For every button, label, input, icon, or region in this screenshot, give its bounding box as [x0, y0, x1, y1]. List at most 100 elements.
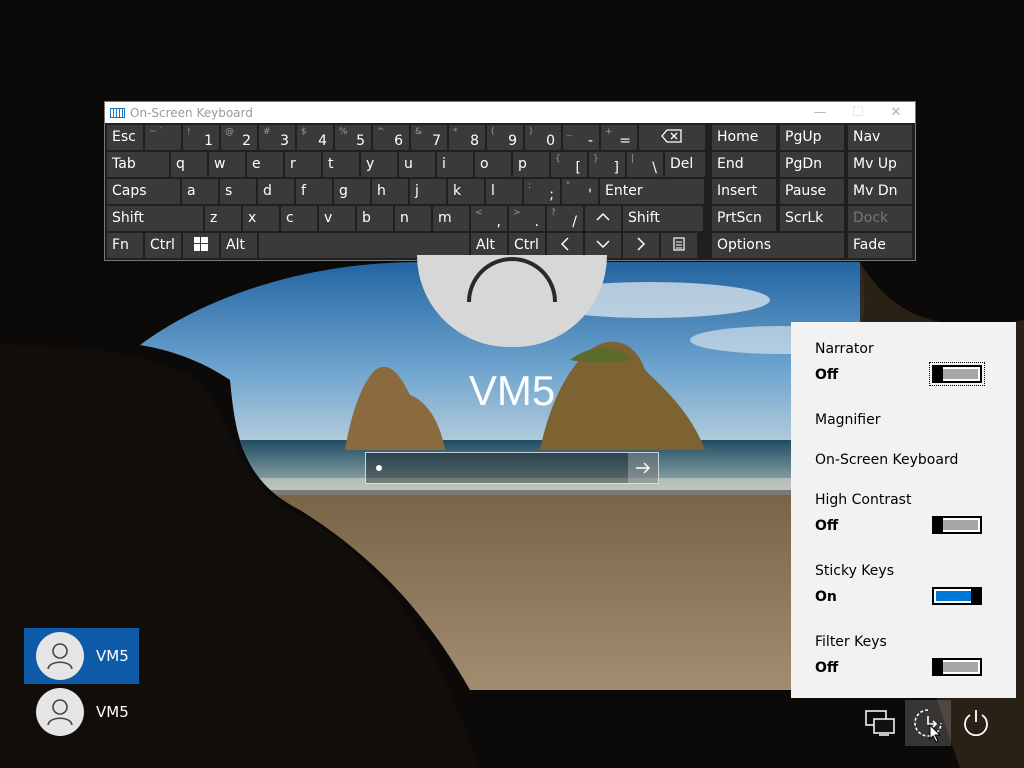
key-m[interactable]: m [433, 206, 469, 231]
key-home[interactable]: Home [712, 125, 776, 150]
key-fade[interactable]: Fade [848, 233, 912, 258]
key-l[interactable]: l [486, 179, 522, 204]
key-pgdn[interactable]: PgDn [780, 152, 844, 177]
filter-keys-toggle[interactable] [932, 658, 982, 676]
key-y[interactable]: y [361, 152, 397, 177]
key-o[interactable]: o [475, 152, 511, 177]
key-7[interactable]: & 7 [411, 125, 447, 150]
key-lctrl[interactable]: Ctrl [145, 233, 181, 258]
key-lalt[interactable]: Alt [221, 233, 257, 258]
key-h[interactable]: h [372, 179, 408, 204]
key-x[interactable]: x [243, 206, 279, 231]
key-6[interactable]: ^ 6 [373, 125, 409, 150]
key-d[interactable]: d [258, 179, 294, 204]
key-comma[interactable]: <, [471, 206, 507, 231]
key-backslash[interactable]: | \ [627, 152, 663, 177]
key-r[interactable]: r [285, 152, 321, 177]
maximize-button[interactable]: ☐ [839, 102, 877, 123]
key-0[interactable]: ) 0 [525, 125, 561, 150]
key-u[interactable]: u [399, 152, 435, 177]
ease-of-access-menu: Narrator Off Magnifier On-Screen Keyboar… [791, 322, 1016, 698]
key-s[interactable]: s [220, 179, 256, 204]
key-lbracket[interactable]: {[ [551, 152, 587, 177]
key-tilde[interactable]: ~ ` [145, 125, 181, 150]
password-input[interactable]: • [365, 452, 659, 484]
osk-titlebar[interactable]: On-Screen Keyboard — ☐ ✕ [105, 102, 915, 123]
key-e[interactable]: e [247, 152, 283, 177]
key-nav[interactable]: Nav [848, 125, 912, 150]
filter-keys-label[interactable]: Filter Keys [815, 634, 887, 650]
key-fn[interactable]: Fn [107, 233, 143, 258]
key-end[interactable]: End [712, 152, 776, 177]
key-8[interactable]: * 8 [449, 125, 485, 150]
key-slash[interactable]: ? / [547, 206, 583, 231]
key-t[interactable]: t [323, 152, 359, 177]
key-enter[interactable]: Enter [600, 179, 704, 204]
key-pgup[interactable]: PgUp [780, 125, 844, 150]
on-screen-keyboard-item[interactable]: On-Screen Keyboard [815, 452, 958, 468]
sticky-keys-toggle[interactable] [932, 587, 982, 605]
key-win[interactable] [183, 233, 219, 258]
key-label: u [404, 156, 413, 172]
key-scrlk[interactable]: ScrLk [780, 206, 844, 231]
sticky-keys-label[interactable]: Sticky Keys [815, 563, 894, 579]
key-v[interactable]: v [319, 206, 355, 231]
key-c[interactable]: c [281, 206, 317, 231]
key-mvdn[interactable]: Mv Dn [848, 179, 912, 204]
power-button[interactable] [953, 700, 999, 746]
key-4[interactable]: $4 [297, 125, 333, 150]
key-options[interactable]: Options [712, 233, 844, 258]
key-3[interactable]: #3 [259, 125, 295, 150]
key-lshift[interactable]: Shift [107, 206, 203, 231]
key-rshift[interactable]: Shift [623, 206, 703, 231]
magnifier-item[interactable]: Magnifier [815, 412, 881, 428]
key-w[interactable]: w [209, 152, 245, 177]
high-contrast-label[interactable]: High Contrast [815, 492, 911, 508]
submit-button[interactable] [628, 453, 658, 483]
key-tab[interactable]: Tab [107, 152, 169, 177]
key-p[interactable]: p [513, 152, 549, 177]
key-q[interactable]: q [171, 152, 207, 177]
key-del[interactable]: Del [665, 152, 705, 177]
narrator-label[interactable]: Narrator [815, 341, 874, 357]
key-semicolon[interactable]: :; [524, 179, 560, 204]
key-k[interactable]: k [448, 179, 484, 204]
key-1[interactable]: ! 1 [183, 125, 219, 150]
key-prtscn[interactable]: PrtScn [712, 206, 776, 231]
key-rbracket[interactable]: }] [589, 152, 625, 177]
key-i[interactable]: i [437, 152, 473, 177]
network-button[interactable] [857, 700, 903, 746]
key-n[interactable]: n [395, 206, 431, 231]
key-5[interactable]: % 5 [335, 125, 371, 150]
key-mvup[interactable]: Mv Up [848, 152, 912, 177]
key-z[interactable]: z [205, 206, 241, 231]
ease-of-access-button[interactable] [905, 700, 951, 746]
key-up[interactable] [585, 206, 621, 231]
narrator-toggle[interactable] [929, 362, 985, 386]
key-g[interactable]: g [334, 179, 370, 204]
key-backspace[interactable] [639, 125, 705, 150]
key-esc[interactable]: Esc [107, 125, 143, 150]
user-tile-2[interactable]: VM5 [24, 684, 139, 740]
key-shift-label: | [631, 154, 635, 164]
high-contrast-toggle[interactable] [932, 516, 982, 534]
key-a[interactable]: a [182, 179, 218, 204]
key-minus[interactable]: _ - [563, 125, 599, 150]
key-j[interactable]: j [410, 179, 446, 204]
close-button[interactable]: ✕ [877, 102, 915, 123]
key-right[interactable] [623, 233, 659, 258]
key-b[interactable]: b [357, 206, 393, 231]
key-menu[interactable] [661, 233, 697, 258]
key-f[interactable]: f [296, 179, 332, 204]
key-dock[interactable]: Dock [848, 206, 912, 231]
key-insert[interactable]: Insert [712, 179, 776, 204]
key-quote[interactable]: " ' [562, 179, 598, 204]
key-equals[interactable]: + = [601, 125, 637, 150]
user-tile-1[interactable]: VM5 [24, 628, 139, 684]
key-period[interactable]: >. [509, 206, 545, 231]
key-2[interactable]: @2 [221, 125, 257, 150]
key-pause[interactable]: Pause [780, 179, 844, 204]
key-caps[interactable]: Caps [107, 179, 180, 204]
key-9[interactable]: (9 [487, 125, 523, 150]
minimize-button[interactable]: — [801, 102, 839, 123]
